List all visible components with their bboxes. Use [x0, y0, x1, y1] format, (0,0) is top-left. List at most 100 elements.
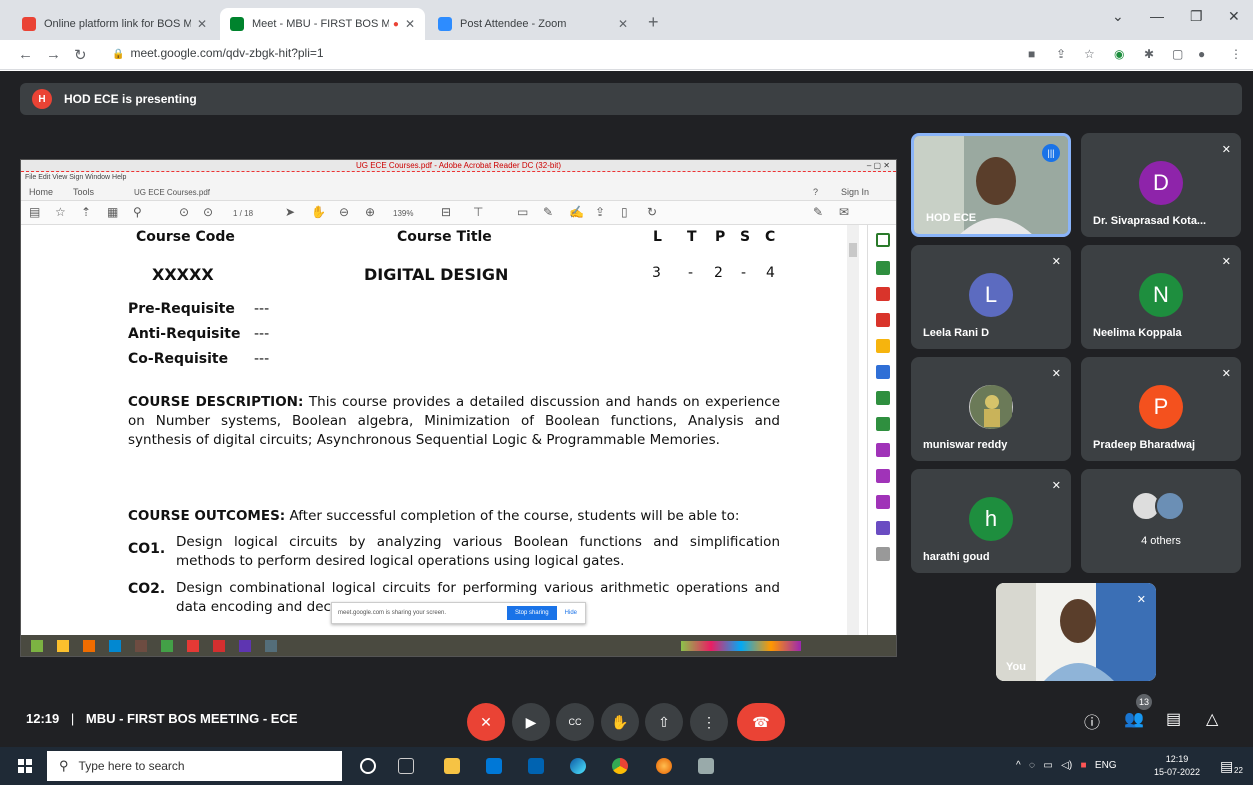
show-hidden-icons[interactable]: ^	[1016, 760, 1021, 771]
participant-tile-muniswar[interactable]: ✕ muniswar reddy	[911, 357, 1071, 461]
help-icon: ?	[813, 187, 819, 197]
stop-sharing-button[interactable]: Stop sharing	[506, 606, 557, 620]
profile-avatar[interactable]: ●	[1198, 47, 1205, 61]
avatar: N	[1139, 273, 1183, 317]
print-icon: ▦	[107, 205, 119, 219]
firefox-icon[interactable]	[656, 758, 672, 774]
camera-icon[interactable]: ■	[1028, 47, 1035, 61]
cortana-icon[interactable]	[360, 758, 376, 774]
tool-icon	[876, 313, 890, 327]
leave-call-button[interactable]: ☎	[737, 703, 785, 741]
meeting-name: MBU - FIRST BOS MEETING - ECE	[85, 711, 298, 726]
language-indicator[interactable]: ENG	[1095, 760, 1117, 771]
course-outcomes-text: After successful completion of the cours…	[289, 508, 740, 524]
close-icon[interactable]: ✕	[197, 17, 207, 31]
ltpsc-value: 4	[766, 265, 775, 281]
side-panel-icon[interactable]: ▢	[1172, 47, 1183, 61]
present-button[interactable]: ⇧	[645, 703, 683, 741]
taskbar-clock[interactable]: 12:19 15-07-2022	[1154, 753, 1200, 779]
camera-button[interactable]: ▶	[512, 703, 550, 741]
participant-tile-pradeep[interactable]: ✕ P Pradeep Bharadwaj	[1081, 357, 1241, 461]
reload-icon[interactable]: ↻	[74, 46, 87, 64]
self-view-tile[interactable]: ✕ You	[996, 583, 1156, 681]
windows-start-icon[interactable]	[18, 759, 32, 773]
search-icon: ⚲	[59, 758, 69, 773]
participant-tile-hod-ece[interactable]: ||| HOD ECE	[911, 133, 1071, 237]
store-icon[interactable]	[486, 758, 502, 774]
chat-icon[interactable]: ▤	[1166, 709, 1181, 729]
tab-gmail[interactable]: Online platform link for BOS Me ✕	[12, 8, 217, 40]
ltpsc-header: C	[765, 229, 776, 245]
network-icon[interactable]: ▭	[1043, 760, 1052, 771]
recording-icon: ●	[392, 18, 399, 30]
participant-tile-leela[interactable]: ✕ L Leela Rani D	[911, 245, 1071, 349]
people-icon[interactable]: 👥	[1124, 709, 1144, 729]
participant-name: Neelima Koppala	[1093, 327, 1182, 339]
security-icon[interactable]: ■	[1081, 760, 1087, 771]
prerequisite-value: ---	[254, 301, 270, 317]
restore-icon[interactable]: ❐	[1190, 8, 1203, 25]
close-icon[interactable]: ✕	[405, 17, 415, 31]
participant-name: Leela Rani D	[923, 327, 990, 339]
people-count-badge: 13	[1136, 694, 1152, 710]
more-options-button[interactable]: ⋮	[690, 703, 728, 741]
tab-search-icon[interactable]: ⌄	[1112, 8, 1124, 25]
tool-icon	[876, 391, 890, 405]
course-description: COURSE DESCRIPTION: This course provides…	[128, 393, 780, 450]
url-field[interactable]: 🔒 meet.google.com/qdv-zbgk-hit?pli=1	[112, 46, 324, 60]
meeting-details-icon[interactable]: ⓘ	[1084, 709, 1100, 733]
tab-zoom[interactable]: Post Attendee - Zoom ✕	[428, 8, 638, 40]
ltpsc-header: L	[653, 229, 662, 245]
mic-off-button[interactable]: ✕	[467, 703, 505, 741]
onedrive-icon[interactable]: ◌	[1029, 760, 1035, 771]
tool-icon	[876, 287, 890, 301]
captions-button[interactable]: CC	[556, 703, 594, 741]
acrobat-menubar: File Edit View Sign Window Help	[21, 172, 896, 183]
back-icon[interactable]: ←	[18, 46, 33, 63]
activities-icon[interactable]: △	[1206, 709, 1218, 729]
bookmark-star-icon[interactable]: ☆	[1084, 47, 1095, 61]
chrome-icon[interactable]	[612, 758, 628, 774]
participant-tile-neelima[interactable]: ✕ N Neelima Koppala	[1081, 245, 1241, 349]
app-icon[interactable]	[698, 758, 714, 774]
mail-icon[interactable]	[528, 758, 544, 774]
share-icon[interactable]: ⇪	[1056, 47, 1066, 61]
ltpsc-value: 3	[652, 265, 661, 281]
corequisite-label: Co-Requisite	[128, 351, 229, 367]
participant-tile-sivaprasad[interactable]: ✕ D Dr. Sivaprasad Kota...	[1081, 133, 1241, 237]
taskbar-app-icon	[31, 640, 43, 652]
taskbar-search[interactable]: ⚲ Type here to search	[47, 751, 342, 781]
participant-tile-harathi[interactable]: ✕ h harathi goud	[911, 469, 1071, 573]
extensions-puzzle-icon[interactable]: ✱	[1144, 47, 1154, 61]
task-view-icon[interactable]	[398, 758, 414, 774]
close-icon[interactable]: ✕	[618, 17, 628, 31]
file-explorer-icon[interactable]	[444, 758, 460, 774]
browser-tab-bar: Online platform link for BOS Me ✕ Meet -…	[0, 0, 1253, 40]
forward-icon[interactable]: →	[46, 46, 61, 63]
acrobat-tab-doc: UG ECE Courses.pdf	[134, 188, 211, 197]
taskbar-app-icon	[57, 640, 69, 652]
meeting-time: 12:19	[26, 711, 60, 726]
pdf-scrollbar	[847, 225, 859, 635]
tab-meet[interactable]: Meet - MBU - FIRST BOS M ● ✕	[220, 8, 425, 40]
extension-icon[interactable]: ◉	[1114, 47, 1124, 61]
pdf-page: Course Code Course Title L T P S C XXXXX…	[21, 225, 866, 635]
raise-hand-button[interactable]: ✋	[601, 703, 639, 741]
acrobat-title: UG ECE Courses.pdf - Adobe Acrobat Reade…	[356, 161, 561, 170]
taskbar-app-icon	[135, 640, 147, 652]
volume-icon[interactable]: ◁)	[1061, 760, 1072, 771]
mic-off-icon: ✕	[1221, 144, 1231, 156]
meet-icon	[230, 17, 244, 31]
upload-icon: ⇡	[81, 205, 92, 219]
minimize-icon[interactable]: —	[1150, 8, 1164, 24]
close-window-icon[interactable]: ✕	[1228, 8, 1240, 25]
taskbar-app-icon	[187, 640, 199, 652]
edge-icon[interactable]	[570, 758, 586, 774]
participant-tile-others[interactable]: 4 others	[1081, 469, 1241, 573]
menu-kebab-icon[interactable]: ⋮	[1230, 47, 1242, 61]
save-icon: ▤	[29, 205, 41, 219]
rotate-icon: ↻	[647, 205, 658, 219]
hide-button[interactable]: Hide	[557, 610, 585, 616]
new-tab-button[interactable]: +	[648, 12, 659, 33]
notifications-icon[interactable]: ▤	[1220, 758, 1233, 775]
